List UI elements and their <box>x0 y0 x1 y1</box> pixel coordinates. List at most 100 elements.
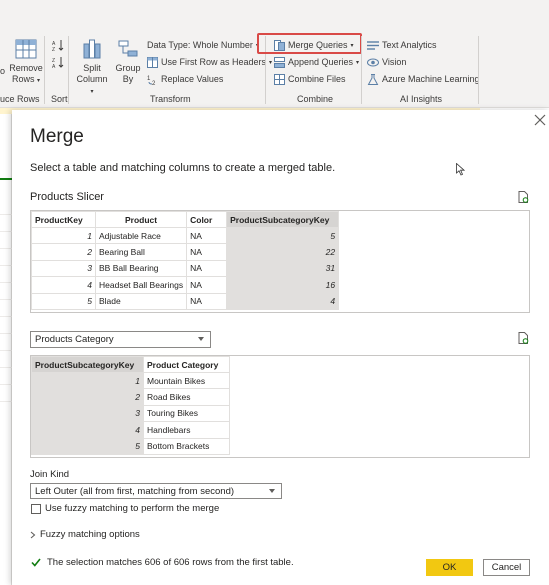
append-queries-button[interactable]: Append Queries ▾ <box>274 55 359 69</box>
table-row: 3 BB Ball Bearing NA 31 <box>31 259 340 278</box>
grid-line <box>0 333 12 334</box>
svg-text:Z: Z <box>52 47 55 51</box>
replace-values-button[interactable]: 1 2 Replace Values <box>147 72 223 86</box>
table-row: 4 Handlebars <box>31 421 230 439</box>
table-cell: Touring Bikes <box>143 404 230 423</box>
separator <box>68 36 69 104</box>
svg-text:A: A <box>52 64 56 68</box>
chevron-down-icon: ▾ <box>269 59 273 66</box>
svg-text:2: 2 <box>152 81 156 85</box>
table-cell: 16 <box>226 276 340 294</box>
table-cell: NA <box>186 226 228 245</box>
match-status-text: The selection matches 606 of 606 rows fr… <box>47 557 294 568</box>
refresh-preview-icon[interactable] <box>517 191 529 203</box>
table-cell: 2 <box>31 388 144 406</box>
second-table-dropdown[interactable]: Products Category <box>30 331 211 348</box>
sort-descending-button[interactable]: Z A <box>52 55 64 69</box>
table-cell: NA <box>186 292 228 310</box>
sort-ascending-icon: A Z <box>52 40 64 51</box>
replace-values-icon: 1 2 <box>147 76 156 85</box>
append-queries-label: Append Queries <box>288 57 354 67</box>
table-cell: 3 <box>31 259 96 278</box>
column-header-selected[interactable]: ProductSubcategoryKey <box>31 356 144 373</box>
grid-line <box>0 231 12 232</box>
merge-queries-highlight <box>257 33 362 54</box>
table-cell: Adjustable Race <box>94 226 188 245</box>
vision-button[interactable]: Vision <box>367 55 406 69</box>
eye-icon <box>367 58 379 66</box>
table-row: 5 Bottom Brackets <box>31 437 230 455</box>
remove-rows-label-1: Remove <box>9 63 43 73</box>
grid-line <box>0 367 12 368</box>
column-header[interactable]: ProductKey <box>31 211 96 228</box>
combine-files-label: Combine Files <box>288 74 346 84</box>
column-header[interactable]: Product Category <box>143 356 230 373</box>
table-cell: 3 <box>31 404 144 423</box>
grid-line <box>0 299 12 300</box>
split-column-button[interactable]: Split Column ▾ <box>74 38 110 98</box>
table-cell: 5 <box>31 292 96 310</box>
column-header-selected[interactable]: ProductSubcategoryKey <box>226 211 340 228</box>
sort-descending-icon: Z A <box>52 57 64 68</box>
table-cell: 1 <box>31 371 144 390</box>
dialog-title: Merge <box>30 126 84 147</box>
sort-group-label: Sort <box>51 94 68 104</box>
join-kind-dropdown[interactable]: Left Outer (all from first, matching fro… <box>30 483 282 499</box>
fuzzy-options-expander[interactable]: Fuzzy matching options <box>30 529 140 540</box>
append-queries-icon <box>274 56 285 68</box>
combine-files-button[interactable]: Combine Files <box>274 72 346 86</box>
ok-button[interactable]: OK <box>426 559 473 576</box>
separator <box>478 36 479 104</box>
text-analytics-button[interactable]: Text Analytics <box>367 38 437 52</box>
chevron-down-icon <box>198 337 204 341</box>
chevron-down-icon: ▾ <box>90 89 94 95</box>
dialog-subtitle: Select a table and matching columns to c… <box>30 162 336 174</box>
table-cell: Bottom Brackets <box>143 437 230 455</box>
combine-files-icon <box>274 73 285 85</box>
combine-group-label: Combine <box>297 94 334 104</box>
close-icon[interactable] <box>534 114 546 126</box>
table-cell: 4 <box>226 292 340 310</box>
mouse-cursor-icon <box>456 163 465 176</box>
group-by-label-1: Group <box>115 63 141 73</box>
table-cell: NA <box>186 243 228 261</box>
grid-line <box>0 384 12 385</box>
grid-line <box>0 350 12 351</box>
column-header[interactable]: Color <box>186 211 228 228</box>
table-cell: 4 <box>31 421 144 439</box>
join-kind-selected: Left Outer (all from first, matching fro… <box>35 485 235 497</box>
table-cell: 31 <box>226 259 340 278</box>
separator <box>44 36 45 104</box>
chevron-right-icon <box>30 531 36 538</box>
remove-rows-icon <box>15 39 37 59</box>
table-cell: 1 <box>31 226 96 245</box>
remove-rows-label-2: Rows <box>11 74 35 84</box>
table-cell: Blade <box>94 292 188 310</box>
text-analytics-label: Text Analytics <box>382 40 437 50</box>
data-type-dropdown[interactable]: Data Type: Whole Number ▾ <box>147 38 259 52</box>
fuzzy-matching-label: Use fuzzy matching to perform the merge <box>45 503 220 514</box>
grid-line <box>0 282 12 283</box>
azure-ml-button[interactable]: Azure Machine Learning <box>367 72 480 86</box>
refresh-preview-icon[interactable] <box>517 332 529 344</box>
second-table-grid: ProductSubcategoryKey Product Category 1… <box>31 356 230 455</box>
use-first-row-as-headers-button[interactable]: Use First Row as Headers ▾ <box>147 55 272 69</box>
table-cell: Bearing Ball <box>94 243 188 261</box>
sort-ascending-button[interactable]: A Z <box>52 38 64 52</box>
split-column-label-1: Split <box>83 63 101 73</box>
fuzzy-matching-checkbox[interactable] <box>31 504 41 514</box>
table-cell: 5 <box>226 226 340 245</box>
column-header[interactable]: Product <box>94 211 188 228</box>
table-cell: Mountain Bikes <box>143 371 230 390</box>
join-kind-label: Join Kind <box>30 469 70 480</box>
table-row: 1 Mountain Bikes <box>31 371 230 390</box>
group-by-icon <box>118 40 138 57</box>
vision-label: Vision <box>382 57 407 67</box>
ai-insights-group-label: AI Insights <box>400 94 443 104</box>
group-by-button[interactable]: Group By <box>112 38 144 85</box>
checkmark-icon <box>31 558 41 567</box>
first-table-name: Products Slicer <box>30 191 104 203</box>
cancel-button[interactable]: Cancel <box>483 559 530 576</box>
grid-line <box>0 265 12 266</box>
remove-rows-button[interactable]: Remove Rows ▾ <box>8 38 44 87</box>
